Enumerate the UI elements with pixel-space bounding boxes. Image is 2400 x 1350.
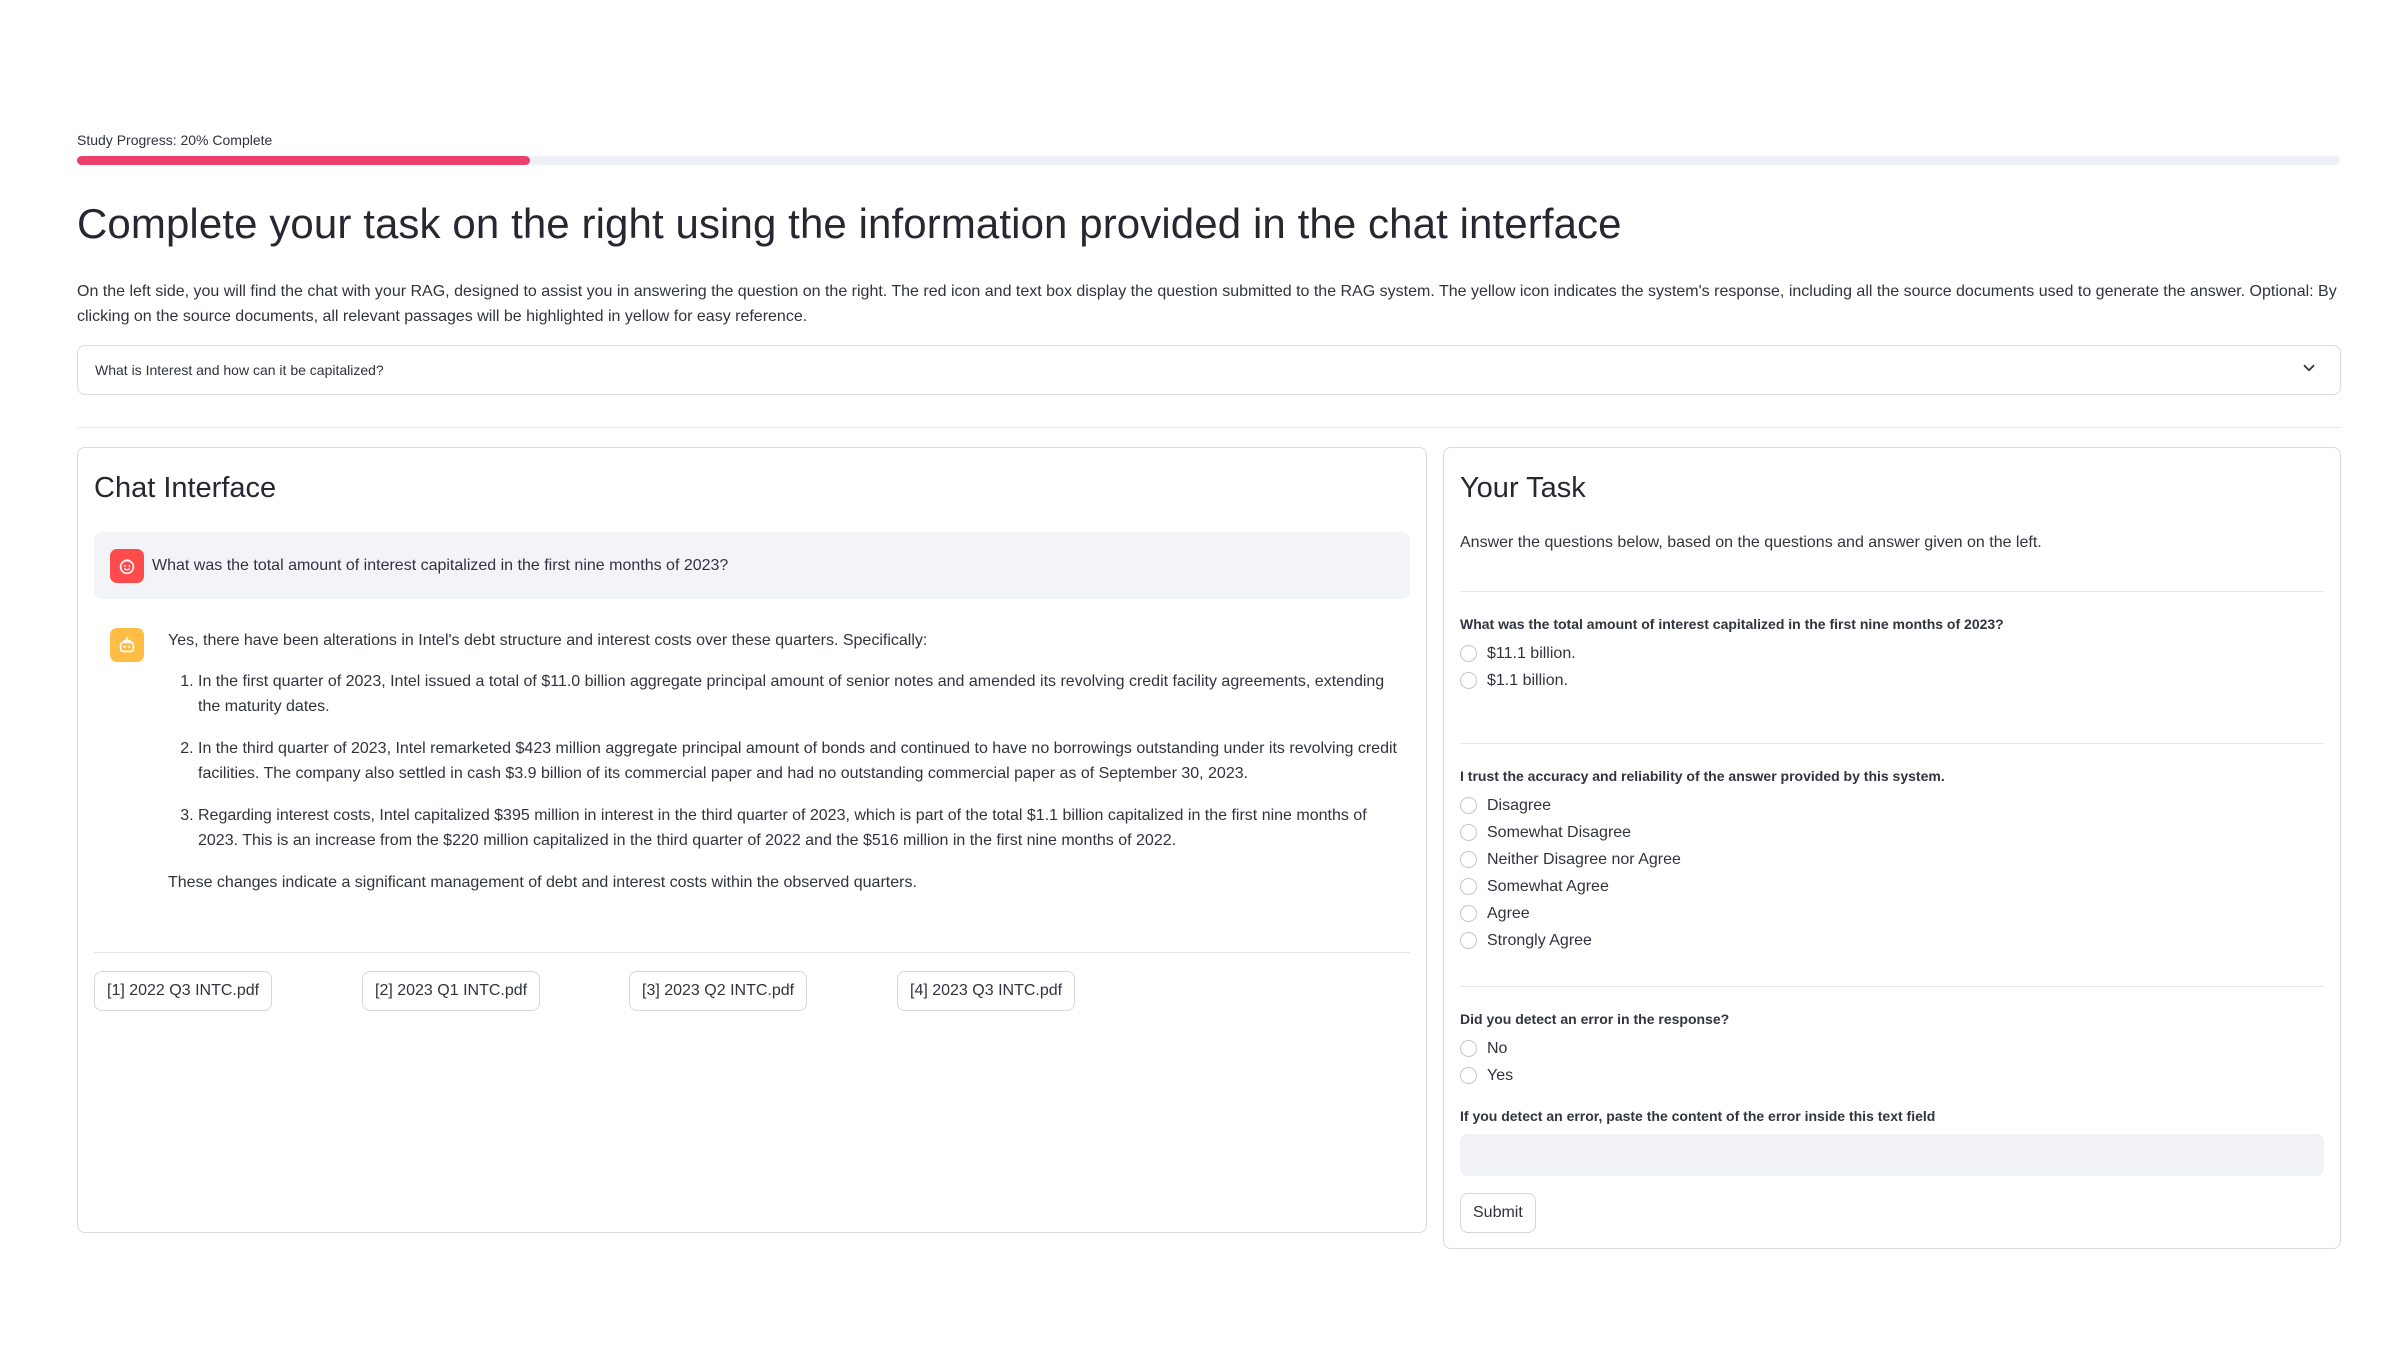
source-document-button[interactable]: [4] 2023 Q3 INTC.pdf [897,971,1076,1011]
trust-radio-group: Disagree Somewhat Disagree Neither Disag… [1460,792,1681,954]
chat-panel-title: Chat Interface [94,472,277,504]
radio-label: Agree [1487,904,1530,922]
task-panel: Your Task Answer the questions below, ba… [1443,447,2341,1249]
progress-label: Study Progress: 20% Complete [77,132,273,148]
task-divider [1460,591,2324,592]
chat-panel: Chat Interface What was the total amount… [77,447,1427,1233]
radio-label: Somewhat Disagree [1487,823,1632,841]
source-document-button[interactable]: [2] 2023 Q1 INTC.pdf [362,971,541,1011]
radio-circle[interactable] [1460,672,1477,689]
radio-label: $1.1 billion. [1487,671,1568,689]
radio-option[interactable]: Agree [1460,900,1681,927]
radio-label: Strongly Agree [1487,931,1592,949]
user-message-text: What was the total amount of interest ca… [152,556,729,574]
bot-points-list: In the first quarter of 2023, Intel issu… [198,669,1398,853]
expander-label: What is Interest and how can it be capit… [95,362,384,378]
radio-label: No [1487,1039,1508,1057]
task-panel-title: Your Task [1460,472,1586,504]
radio-label: Disagree [1487,796,1552,814]
section-divider [77,427,2341,428]
progress-bar-fill [77,156,530,165]
radio-option[interactable]: $1.1 billion. [1460,667,1576,694]
radio-option[interactable]: Strongly Agree [1460,927,1681,954]
radio-circle[interactable] [1460,797,1477,814]
radio-option[interactable]: $11.1 billion. [1460,640,1576,667]
bot-message-body: Yes, there have been alterations in Inte… [168,628,1398,911]
error-text-field[interactable] [1460,1134,2324,1176]
source-document-button[interactable]: [3] 2023 Q2 INTC.pdf [629,971,808,1011]
source-document-button[interactable]: [1] 2022 Q3 INTC.pdf [94,971,273,1011]
question-expander[interactable]: What is Interest and how can it be capit… [77,345,2341,395]
chevron-down-icon [2300,359,2318,382]
bot-point: Regarding interest costs, Intel capitali… [198,803,1398,853]
radio-circle[interactable] [1460,932,1477,949]
bot-point: In the first quarter of 2023, Intel issu… [198,669,1398,719]
bot-point: In the third quarter of 2023, Intel rema… [198,736,1398,786]
radio-circle[interactable] [1460,878,1477,895]
task-divider [1460,743,2324,744]
radio-option[interactable]: Disagree [1460,792,1681,819]
radio-circle[interactable] [1460,1067,1477,1084]
submit-button[interactable]: Submit [1460,1193,1536,1233]
task-intro: Answer the questions below, based on the… [1460,534,2042,551]
error-radio-group: No Yes [1460,1035,1513,1089]
robot-icon [110,628,144,662]
radio-option[interactable]: No [1460,1035,1513,1062]
radio-option[interactable]: Somewhat Agree [1460,873,1681,900]
radio-label: Neither Disagree nor Agree [1487,850,1681,868]
task-divider [1460,986,2324,987]
radio-option[interactable]: Somewhat Disagree [1460,819,1681,846]
radio-circle[interactable] [1460,824,1477,841]
bot-intro-text: Yes, there have been alterations in Inte… [168,632,928,649]
user-message: What was the total amount of interest ca… [94,532,1410,599]
radio-circle[interactable] [1460,1040,1477,1057]
radio-circle[interactable] [1460,851,1477,868]
bot-conclusion-text: These changes indicate a significant man… [168,874,917,891]
error-field-label: If you detect an error, paste the conten… [1460,1108,1936,1124]
progress-bar [77,156,2340,165]
question-label: What was the total amount of interest ca… [1460,616,2004,632]
user-face-icon [110,548,144,583]
chat-divider [94,952,1410,953]
question-label: Did you detect an error in the response? [1460,1011,1730,1027]
intro-text: On the left side, you will find the chat… [77,283,2337,325]
radio-label: $11.1 billion. [1487,644,1576,662]
radio-label: Somewhat Agree [1487,877,1609,895]
radio-option[interactable]: Neither Disagree nor Agree [1460,846,1681,873]
radio-option[interactable]: Yes [1460,1062,1513,1089]
answer-radio-group: $11.1 billion. $1.1 billion. [1460,640,1576,694]
page-title: Complete your task on the right using th… [77,200,1622,247]
radio-label: Yes [1487,1066,1514,1084]
radio-circle[interactable] [1460,645,1477,662]
question-label: I trust the accuracy and reliability of … [1460,768,1945,784]
source-documents: [1] 2022 Q3 INTC.pdf [2] 2023 Q1 INTC.pd… [94,971,1410,1011]
radio-circle[interactable] [1460,905,1477,922]
